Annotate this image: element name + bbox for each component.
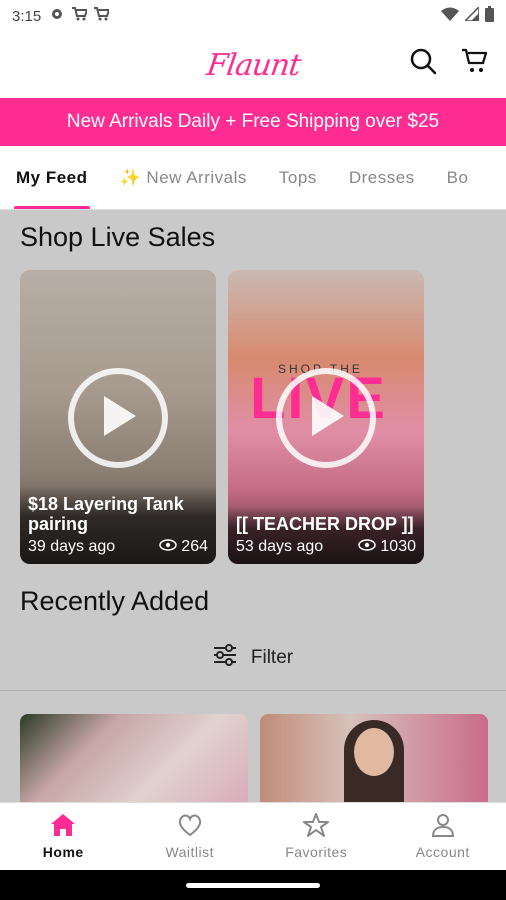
product-card[interactable]	[20, 714, 248, 802]
live-sale-card[interactable]: SHOP THE LIVE [[ TEACHER DROP ]] 53 days…	[228, 270, 424, 564]
section-title-recently-added: Recently Added	[20, 586, 210, 616]
search-button[interactable]	[408, 48, 438, 78]
tab-my-feed[interactable]: My Feed	[0, 146, 104, 209]
gear-icon	[49, 6, 65, 26]
filter-label: Filter	[250, 647, 294, 668]
cart-icon	[461, 47, 489, 80]
play-button[interactable]	[276, 368, 376, 468]
cart-icon	[93, 6, 111, 26]
tab-partial[interactable]: Bo	[431, 146, 485, 209]
tab-new-arrivals[interactable]: ✨ New Arrivals	[104, 146, 263, 209]
card-age: 53 days ago	[236, 538, 324, 555]
filter-button[interactable]: Filter	[0, 638, 506, 678]
app-header: Flaunt	[0, 32, 506, 98]
wifi-icon	[441, 7, 459, 25]
nav-waitlist[interactable]: Waitlist	[127, 803, 254, 870]
card-title: $18 Layering Tank pairing	[28, 494, 184, 534]
signal-icon	[463, 5, 480, 25]
eye-icon	[358, 538, 377, 556]
section-title-live-sales: Shop Live Sales	[20, 222, 216, 252]
status-time: 3:15	[12, 7, 42, 25]
nav-home[interactable]: Home	[0, 803, 127, 870]
gesture-handle[interactable]	[186, 882, 320, 888]
search-icon	[409, 47, 437, 80]
cart-button[interactable]	[460, 48, 490, 78]
star-icon	[303, 813, 330, 840]
nav-label: Favorites	[285, 844, 348, 860]
play-icon	[306, 394, 346, 443]
status-bar: 3:15	[0, 0, 506, 32]
card-overlay: $18 Layering Tank pairing 39 days ago 26…	[20, 486, 216, 564]
card-overlay: [[ TEACHER DROP ]] 53 days ago 1030	[228, 506, 424, 564]
heart-icon	[177, 813, 203, 840]
product-grid	[20, 714, 488, 802]
play-icon	[98, 394, 138, 443]
brand-logo[interactable]: Flaunt	[204, 48, 302, 83]
home-icon	[50, 813, 76, 840]
view-count: 264	[181, 538, 208, 555]
tab-tops[interactable]: Tops	[263, 146, 333, 209]
promo-banner[interactable]: New Arrivals Daily + Free Shipping over …	[0, 98, 506, 146]
eye-icon	[159, 538, 178, 556]
feed-content: Shop Live Sales $18 Layering Tank pairin…	[0, 210, 506, 802]
card-title: [[ TEACHER DROP ]]	[236, 514, 414, 534]
account-icon	[430, 813, 456, 840]
bottom-nav: Home Waitlist Favorites Account	[0, 802, 506, 870]
live-sale-card[interactable]: $18 Layering Tank pairing 39 days ago 26…	[20, 270, 216, 564]
product-card[interactable]	[260, 714, 488, 802]
system-gesture-bar	[0, 870, 506, 900]
nav-label: Waitlist	[165, 844, 215, 860]
view-count: 1030	[380, 538, 416, 555]
nav-favorites[interactable]: Favorites	[253, 803, 380, 870]
nav-label: Account	[415, 844, 470, 860]
card-age: 39 days ago	[28, 538, 116, 555]
category-tabs: My Feed ✨ New Arrivals Tops Dresses Bo	[0, 146, 506, 210]
sliders-icon	[213, 644, 237, 672]
play-button[interactable]	[68, 368, 168, 468]
live-sales-carousel[interactable]: $18 Layering Tank pairing 39 days ago 26…	[20, 270, 424, 564]
cart-icon	[71, 6, 89, 26]
promo-text: New Arrivals Daily + Free Shipping over …	[66, 111, 440, 132]
product-model-image	[354, 728, 394, 776]
tab-dresses[interactable]: Dresses	[333, 146, 431, 209]
divider	[0, 690, 506, 691]
battery-icon	[485, 6, 494, 26]
nav-label: Home	[42, 844, 84, 860]
nav-account[interactable]: Account	[380, 803, 506, 870]
